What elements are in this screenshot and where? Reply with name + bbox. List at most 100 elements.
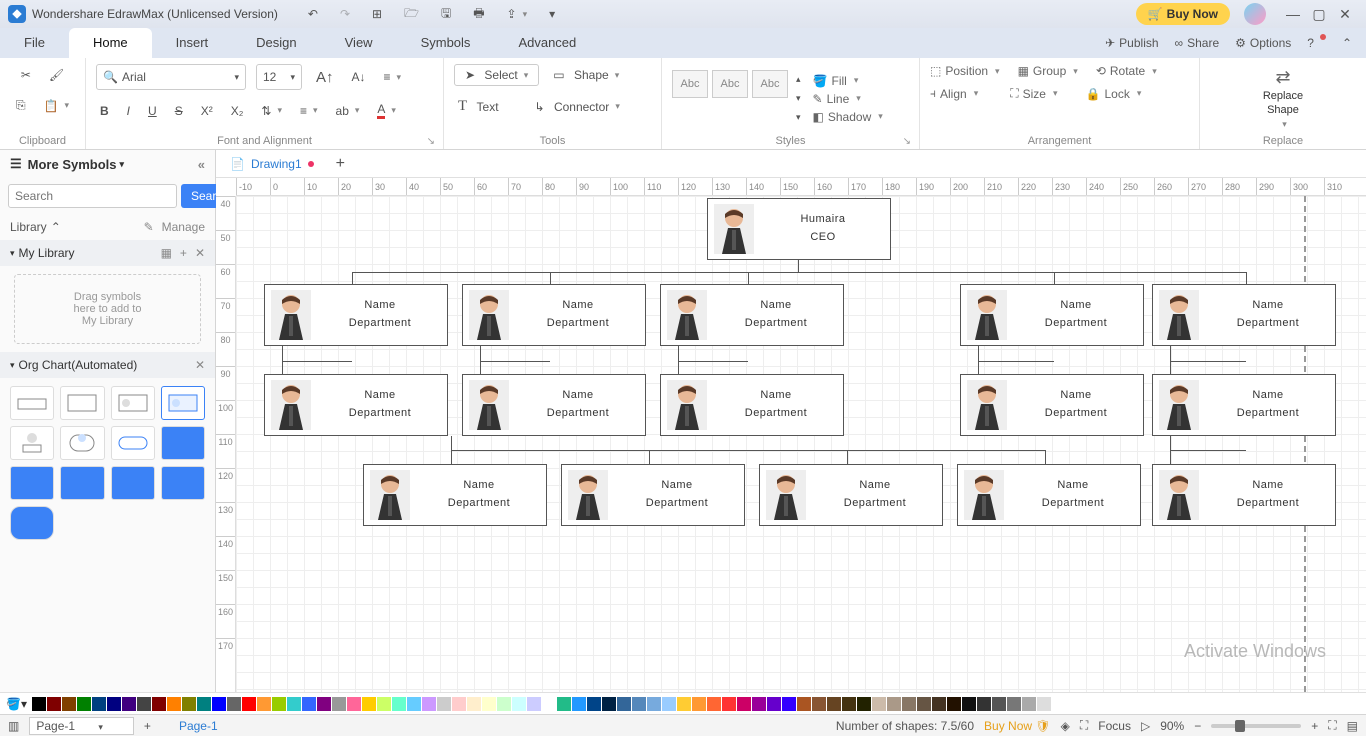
font-size-combo[interactable]: 12 ▾ <box>256 64 302 90</box>
outline-icon[interactable]: ▤ <box>1347 719 1358 733</box>
hamburger-icon[interactable]: ☰ <box>10 156 22 172</box>
user-avatar-icon[interactable] <box>1244 3 1266 25</box>
zoom-in-button[interactable]: + <box>1311 719 1318 733</box>
strike-icon[interactable]: S <box>171 100 187 122</box>
fit-icon[interactable]: ⛶ <box>1080 718 1088 733</box>
org-box[interactable]: NameDepartment <box>1152 464 1336 526</box>
tab-file[interactable]: File <box>0 28 69 58</box>
library-toggle[interactable]: Library <box>10 220 47 234</box>
color-swatch[interactable] <box>332 697 346 711</box>
tab-view[interactable]: View <box>321 28 397 58</box>
bold-icon[interactable]: B <box>96 100 113 122</box>
redo-icon[interactable]: ↷ <box>336 3 354 25</box>
close-button[interactable]: ✕ <box>1332 6 1358 23</box>
color-swatch[interactable] <box>602 697 616 711</box>
color-swatch[interactable] <box>497 697 511 711</box>
color-swatch[interactable] <box>212 697 226 711</box>
color-swatch[interactable] <box>317 697 331 711</box>
styles-dialog-launcher-icon[interactable]: ↘ <box>903 136 911 147</box>
shape-thumb[interactable] <box>111 426 155 460</box>
tab-advanced[interactable]: Advanced <box>494 28 600 58</box>
color-swatch[interactable] <box>452 697 466 711</box>
fill-picker-icon[interactable]: 🪣▾ <box>6 697 27 711</box>
align-button[interactable]: ⫞Align <box>930 86 978 101</box>
line-spacing-icon[interactable]: ⇅ <box>257 100 286 122</box>
color-swatch[interactable] <box>152 697 166 711</box>
color-swatch[interactable] <box>767 697 781 711</box>
color-swatch[interactable] <box>377 697 391 711</box>
tab-symbols[interactable]: Symbols <box>397 28 495 58</box>
open-icon[interactable]: 🗁 <box>400 0 423 29</box>
subscript-icon[interactable]: X₂ <box>227 100 248 122</box>
color-swatch[interactable] <box>137 697 151 711</box>
color-swatch[interactable] <box>932 697 946 711</box>
shape-thumb[interactable] <box>60 386 104 420</box>
color-swatch[interactable] <box>272 697 286 711</box>
tab-insert[interactable]: Insert <box>152 28 233 58</box>
style-more-icon[interactable]: ▾ <box>792 108 805 127</box>
copy-icon[interactable]: ⎘ <box>12 94 30 117</box>
style-up-icon[interactable]: ▴ <box>792 70 805 89</box>
color-swatch[interactable] <box>482 697 496 711</box>
color-swatch[interactable] <box>197 697 211 711</box>
save-icon[interactable]: 🖫 <box>437 0 455 29</box>
paste-icon[interactable]: 📋 <box>40 95 73 117</box>
shape-thumb[interactable] <box>10 466 54 500</box>
color-swatch[interactable] <box>872 697 886 711</box>
color-swatch[interactable] <box>92 697 106 711</box>
replace-shape-button[interactable]: ⇄ Replace Shape <box>1253 67 1313 129</box>
fill-button[interactable]: 🪣Fill <box>813 74 883 88</box>
group-button[interactable]: ▦Group <box>1018 64 1078 78</box>
color-swatch[interactable] <box>662 697 676 711</box>
color-swatch[interactable] <box>1022 697 1036 711</box>
increase-font-icon[interactable]: A↑ <box>312 65 338 90</box>
color-swatch[interactable] <box>917 697 931 711</box>
org-box[interactable]: NameDepartment <box>957 464 1141 526</box>
print-icon[interactable]: 🖶 <box>469 0 488 29</box>
color-swatch[interactable] <box>947 697 961 711</box>
color-swatch[interactable] <box>182 697 196 711</box>
org-box[interactable]: NameDepartment <box>264 284 448 346</box>
section-my-library[interactable]: ▾ My Library ▦ + ✕ <box>0 240 215 266</box>
color-swatch[interactable] <box>62 697 76 711</box>
maximize-button[interactable]: ▢ <box>1306 6 1332 23</box>
org-box[interactable]: NameDepartment <box>264 374 448 436</box>
org-box[interactable]: NameDepartment <box>660 284 844 346</box>
fullscreen-icon[interactable]: ⛶ <box>1328 718 1336 733</box>
bullets-icon[interactable]: ≡ <box>296 100 322 122</box>
font-dialog-launcher-icon[interactable]: ↘ <box>427 136 435 147</box>
color-swatch[interactable] <box>677 697 691 711</box>
symbol-search-input[interactable] <box>8 184 177 208</box>
align-text-icon[interactable]: ≡ <box>380 66 406 88</box>
color-swatch[interactable] <box>227 697 241 711</box>
tab-design[interactable]: Design <box>232 28 320 58</box>
zoom-slider[interactable] <box>1211 724 1301 728</box>
color-swatch[interactable] <box>797 697 811 711</box>
org-box[interactable]: NameDepartment <box>561 464 745 526</box>
color-swatch[interactable] <box>572 697 586 711</box>
edit-icon[interactable]: ✎ <box>144 220 154 234</box>
zoom-out-button[interactable]: − <box>1194 719 1201 733</box>
color-swatch[interactable] <box>737 697 751 711</box>
rotate-button[interactable]: ⟲Rotate <box>1096 64 1157 78</box>
shape-thumb[interactable] <box>161 386 205 420</box>
decrease-font-icon[interactable]: A↓ <box>348 66 370 88</box>
manage-button[interactable]: Manage <box>162 220 205 234</box>
org-box[interactable]: NameDepartment <box>960 284 1144 346</box>
color-swatch[interactable] <box>587 697 601 711</box>
export-icon[interactable]: ⇪ <box>503 3 532 25</box>
page-tab[interactable]: Page-1 <box>179 719 218 733</box>
org-box[interactable]: NameDepartment <box>363 464 547 526</box>
highlight-icon[interactable]: ab <box>332 100 364 122</box>
org-box[interactable]: NameDepartment <box>462 284 646 346</box>
superscript-icon[interactable]: X² <box>197 100 217 122</box>
text-tool[interactable]: T Text <box>454 94 503 119</box>
color-swatch[interactable] <box>632 697 646 711</box>
color-swatch[interactable] <box>287 697 301 711</box>
shape-thumb[interactable] <box>111 386 155 420</box>
tab-home[interactable]: Home <box>69 28 152 58</box>
color-swatch[interactable] <box>1007 697 1021 711</box>
select-tool[interactable]: ➤ Select <box>454 64 539 86</box>
shadow-button[interactable]: ◧Shadow <box>813 110 883 124</box>
position-button[interactable]: ⬚Position <box>930 64 1000 78</box>
